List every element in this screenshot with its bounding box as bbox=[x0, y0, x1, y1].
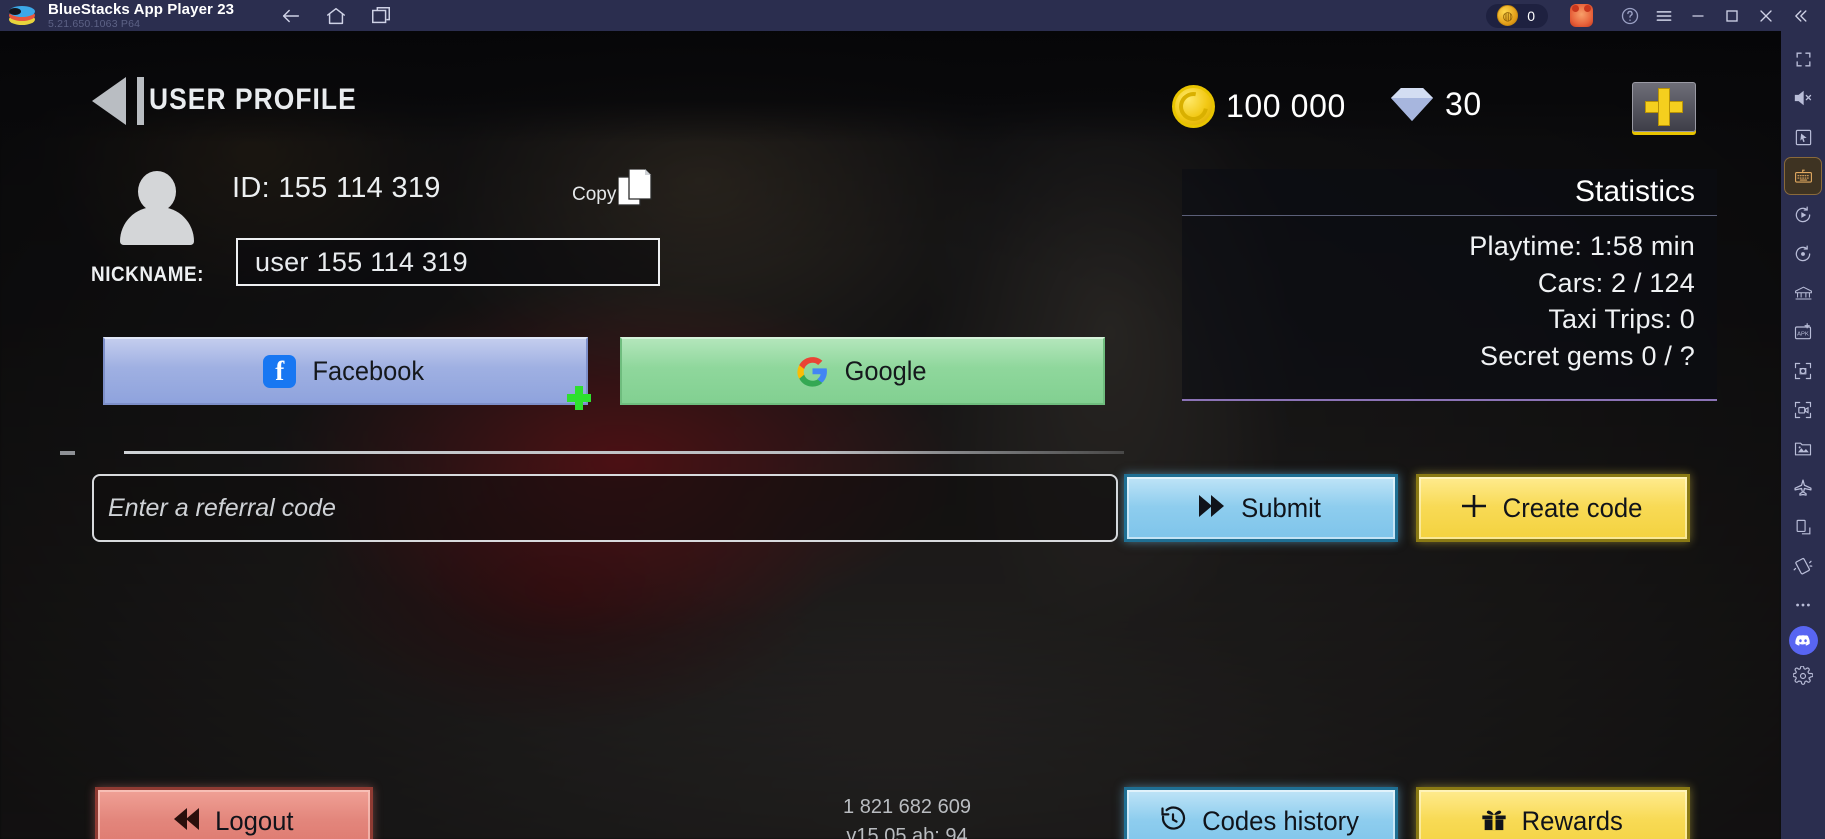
install-apk-icon[interactable]: APK bbox=[1785, 314, 1821, 350]
create-code-label: Create code bbox=[1502, 492, 1643, 523]
points-count: 0 bbox=[1527, 7, 1535, 24]
bluestacks-window: BlueStacks App Player 23 5.21.650.1063 P… bbox=[0, 0, 1825, 839]
avatar bbox=[118, 171, 196, 245]
user-id-text: ID: 155 114 319 bbox=[232, 172, 441, 204]
atm-icon[interactable] bbox=[1785, 275, 1821, 311]
plus-icon bbox=[1460, 492, 1488, 525]
facebook-icon: f bbox=[263, 354, 297, 388]
referral-placeholder: Enter a referral code bbox=[108, 493, 336, 522]
pointer-icon[interactable] bbox=[1785, 119, 1821, 155]
create-code-button[interactable]: Create code bbox=[1416, 474, 1690, 542]
stat-row: Secret gems 0 / ? bbox=[1480, 341, 1695, 372]
close-icon[interactable] bbox=[1749, 0, 1783, 31]
titlebar-right-controls: ◍ 0 bbox=[1486, 0, 1817, 31]
screenshot-icon[interactable] bbox=[1785, 353, 1821, 389]
section-divider bbox=[124, 451, 1124, 454]
gem-amount: 30 bbox=[1445, 85, 1482, 122]
statistics-header: Statistics bbox=[1182, 169, 1717, 216]
stat-row: Playtime: 1:58 min bbox=[1469, 231, 1695, 261]
google-login-button[interactable]: Google bbox=[620, 337, 1105, 405]
gem-balance: 30 bbox=[1390, 85, 1482, 123]
facebook-login-button[interactable]: f Facebook bbox=[103, 337, 588, 405]
clock-history-icon bbox=[1159, 805, 1187, 838]
google-label: Google bbox=[844, 355, 927, 386]
referral-code-input[interactable]: Enter a referral code bbox=[92, 474, 1118, 542]
more-options-icon[interactable] bbox=[1785, 587, 1821, 623]
logout-label: Logout bbox=[215, 805, 294, 836]
diamond-icon bbox=[1390, 85, 1434, 123]
divider-dot bbox=[60, 451, 75, 455]
rewards-button[interactable]: Rewards bbox=[1416, 787, 1690, 839]
maximize-icon[interactable] bbox=[1715, 0, 1749, 31]
background-dim-overlay bbox=[0, 31, 1781, 839]
minimize-icon[interactable] bbox=[1681, 0, 1715, 31]
bear-avatar-icon[interactable] bbox=[1570, 4, 1593, 27]
statistics-list: Playtime: 1:58 min Cars: 2 / 124 Taxi Tr… bbox=[1182, 216, 1717, 375]
record-video-icon[interactable] bbox=[1785, 392, 1821, 428]
settings-gear-icon[interactable] bbox=[1785, 658, 1821, 694]
multi-instance-icon[interactable] bbox=[370, 5, 392, 27]
back-divider bbox=[137, 77, 144, 125]
plus-icon-vertical bbox=[1658, 88, 1670, 126]
build-number: 1 821 682 609 bbox=[843, 796, 971, 818]
stat-row: Taxi Trips: 0 bbox=[1548, 304, 1695, 335]
mouse-cursor-icon bbox=[567, 386, 591, 410]
copy-label[interactable]: Copy bbox=[572, 184, 616, 206]
facebook-label: Facebook bbox=[312, 355, 425, 386]
titlebar: BlueStacks App Player 23 5.21.650.1063 P… bbox=[0, 0, 1825, 31]
build-info: 1 821 682 609 v15.05 ab: 94 bbox=[812, 793, 1002, 839]
statistics-title: Statistics bbox=[1574, 175, 1695, 208]
macro-play-icon[interactable] bbox=[1785, 197, 1821, 233]
hamburger-menu-icon[interactable] bbox=[1647, 0, 1681, 31]
fullscreen-icon[interactable] bbox=[1785, 41, 1821, 77]
collapse-icon[interactable] bbox=[1783, 0, 1817, 31]
bluestacks-sidebar: APK bbox=[1781, 31, 1825, 839]
coin-balance: 100 000 bbox=[1172, 85, 1346, 128]
submit-button[interactable]: Submit bbox=[1124, 474, 1398, 542]
multi-instance-icon[interactable] bbox=[1785, 509, 1821, 545]
discord-icon[interactable] bbox=[1788, 626, 1818, 655]
statistics-panel: Statistics Playtime: 1:58 min Cars: 2 / … bbox=[1182, 169, 1717, 401]
nickname-label: NICKNAME: bbox=[91, 263, 205, 286]
gift-icon bbox=[1480, 805, 1508, 838]
game-viewport: USER PROFILE 100 000 30 NICKNAME: ID: 15 bbox=[0, 31, 1781, 839]
page-title: USER PROFILE bbox=[149, 83, 357, 116]
back-button[interactable] bbox=[92, 77, 144, 125]
home-icon[interactable] bbox=[325, 5, 347, 27]
app-title: BlueStacks App Player 23 bbox=[48, 0, 235, 18]
airplane-mode-icon[interactable] bbox=[1785, 470, 1821, 506]
coin-amount: 100 000 bbox=[1226, 88, 1346, 124]
shake-icon[interactable] bbox=[1785, 548, 1821, 584]
submit-icon bbox=[1198, 493, 1228, 524]
bluestacks-points-pill[interactable]: ◍ 0 bbox=[1486, 3, 1548, 28]
codes-history-label: Codes history bbox=[1202, 805, 1359, 836]
help-icon[interactable] bbox=[1613, 0, 1647, 31]
media-gallery-icon[interactable] bbox=[1785, 431, 1821, 467]
rewards-label: Rewards bbox=[1521, 805, 1624, 836]
app-version: 5.21.650.1063 P64 bbox=[48, 17, 141, 30]
keyboard-controls-icon[interactable] bbox=[1784, 157, 1822, 195]
codes-history-button[interactable]: Codes history bbox=[1124, 787, 1398, 839]
add-currency-button[interactable] bbox=[1632, 82, 1696, 132]
stat-row: Cars: 2 / 124 bbox=[1537, 267, 1695, 298]
nickname-input[interactable]: user 155 114 319 bbox=[236, 238, 660, 286]
rotate-icon[interactable] bbox=[1785, 236, 1821, 272]
google-icon bbox=[796, 355, 829, 388]
logout-button[interactable]: Logout bbox=[95, 787, 373, 839]
points-coin-icon: ◍ bbox=[1497, 5, 1519, 26]
back-arrow-icon[interactable] bbox=[280, 5, 302, 27]
bluestacks-logo-icon bbox=[9, 5, 35, 27]
game-version: v15.05 ab: 94 bbox=[846, 825, 968, 839]
copy-icon[interactable] bbox=[617, 168, 652, 207]
back-arrow-icon bbox=[92, 77, 126, 125]
submit-label: Submit bbox=[1241, 492, 1322, 523]
logout-arrow-icon bbox=[172, 806, 202, 837]
mute-icon[interactable] bbox=[1785, 80, 1821, 116]
coin-icon bbox=[1172, 85, 1215, 128]
svg-text:APK: APK bbox=[1797, 331, 1809, 337]
